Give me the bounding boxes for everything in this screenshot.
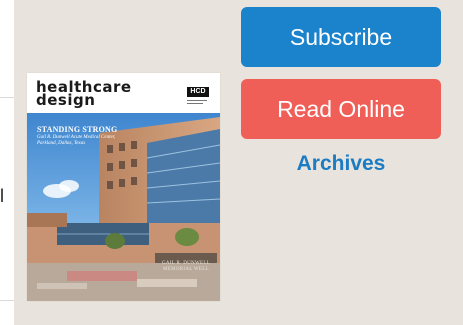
- page: l healthcare design HCD STANDING STRONG …: [0, 0, 463, 325]
- cover-masthead: healthcare design: [36, 80, 132, 108]
- cover-issue-lines: [187, 100, 207, 104]
- left-content-strip: l: [0, 0, 14, 325]
- cover-headline: STANDING STRONG: [37, 125, 118, 134]
- divider-line: [0, 300, 14, 301]
- cutoff-text: l: [0, 186, 4, 206]
- cover-badge: HCD: [187, 87, 209, 97]
- magazine-promo-panel: healthcare design HCD STANDING STRONG Ga…: [14, 0, 463, 325]
- read-online-button[interactable]: Read Online: [241, 79, 441, 139]
- archives-link[interactable]: Archives: [241, 152, 441, 176]
- magazine-cover[interactable]: healthcare design HCD STANDING STRONG Ga…: [27, 73, 220, 301]
- divider-line: [0, 97, 14, 98]
- subscribe-button[interactable]: Subscribe: [241, 7, 441, 67]
- cover-subheadline: Gail R. Dunwell Acute Medical Center, Pa…: [37, 135, 116, 146]
- cover-building-sign: GAIL R. DUNWELL MEMORIAL WELL: [161, 261, 211, 272]
